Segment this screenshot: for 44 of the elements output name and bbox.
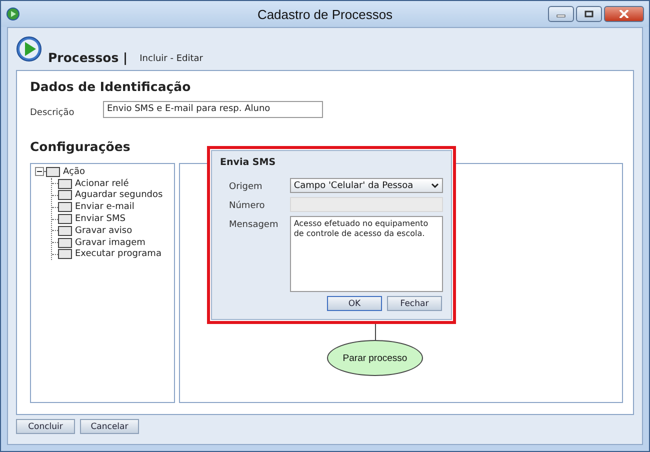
tree-item[interactable]: Acionar relé: [75, 178, 129, 189]
dialog-button[interactable]: Fechar: [387, 296, 442, 311]
process-node[interactable]: Parar processo: [327, 340, 423, 376]
origin-dropdown[interactable]: Campo 'Celular' da Pessoa: [290, 178, 443, 193]
node-box-icon: [58, 249, 72, 260]
node-box-icon: [58, 178, 72, 189]
maximize-button[interactable]: [576, 6, 602, 22]
node-box-icon: [58, 238, 72, 248]
section-heading: Dados de Identificação: [30, 79, 192, 94]
node-box-icon: [58, 190, 72, 200]
close-icon: [619, 10, 629, 18]
tree-item[interactable]: Executar programa: [75, 249, 162, 260]
description-field[interactable]: Envio SMS e E-mail para resp. Aluno: [103, 101, 323, 118]
chevron-down-icon: [431, 182, 439, 188]
minimize-button[interactable]: [548, 6, 574, 22]
play-icon: [16, 36, 42, 62]
tree-item[interactable]: Enviar SMS: [75, 214, 126, 224]
footer-button[interactable]: Cancelar: [80, 419, 139, 434]
node-box-icon: [58, 214, 72, 224]
maximize-icon: [584, 10, 594, 18]
field-label: Número: [228, 201, 266, 211]
tree-item[interactable]: Aguardar segundos: [75, 190, 163, 200]
dialog-button[interactable]: OK: [327, 296, 382, 311]
section-heading: Configurações: [30, 139, 132, 154]
field-label: Origem: [228, 182, 264, 192]
tree-item[interactable]: Gravar imagem: [75, 238, 146, 248]
app-icon: [6, 7, 20, 21]
page-title: Processos |: [48, 50, 128, 65]
message-field[interactable]: Acesso efetuado no equipamento de controle de acesso da escola.: [290, 216, 443, 292]
node-box-icon: [46, 166, 60, 177]
dialog-title: Envia SMS: [220, 157, 277, 168]
field-label: Mensagem: [228, 220, 280, 230]
tree-item[interactable]: Ação: [63, 166, 85, 177]
close-button[interactable]: [604, 6, 644, 22]
node-box-icon: [58, 202, 72, 212]
page-subtitle: Incluir - Editar: [140, 54, 203, 64]
tree-item[interactable]: Enviar e-mail: [75, 202, 134, 212]
field-label: Descrição: [30, 108, 76, 118]
expander-icon[interactable]: [35, 167, 44, 176]
footer-button[interactable]: Concluir: [16, 419, 75, 434]
connector-line: [375, 324, 376, 340]
node-box-icon: [58, 226, 72, 236]
window-title: Cadastro de Processos: [256, 6, 394, 22]
tree-item[interactable]: Gravar aviso: [75, 226, 132, 236]
